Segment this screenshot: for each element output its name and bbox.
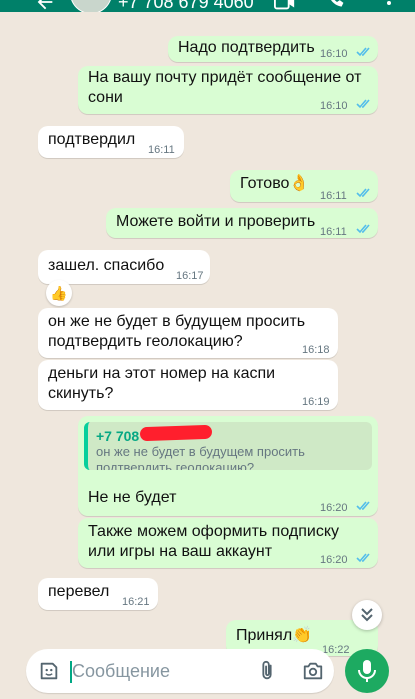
- message-incoming[interactable]: зашел. спасибо 16:17: [38, 250, 210, 284]
- message-time: 16:11: [148, 144, 175, 156]
- message-time: 16:18: [302, 344, 330, 356]
- message-text: Не не будет: [88, 489, 177, 506]
- arrow-left-icon[interactable]: [34, 0, 56, 12]
- double-check-icon: [356, 47, 370, 57]
- message-time: 16:10: [320, 48, 348, 60]
- message-text: перевел: [48, 583, 110, 600]
- message-text-line2: или игры на ваш аккаунт: [88, 543, 273, 560]
- double-check-icon: [356, 224, 370, 234]
- message-outgoing[interactable]: На вашу почту придёт сообщение от сони 1…: [78, 66, 378, 114]
- message-text-line1: он же не будет в будущем просить: [48, 313, 306, 330]
- video-call-icon[interactable]: [274, 0, 296, 12]
- reaction-badge[interactable]: 👍: [46, 280, 72, 306]
- message-outgoing[interactable]: Надо подтвердить 16:10: [168, 36, 378, 62]
- message-time: 16:11: [320, 190, 347, 202]
- voice-message-button[interactable]: [345, 649, 389, 693]
- microphone-icon: [358, 660, 376, 682]
- contact-phone[interactable]: +7 708 679 4060: [118, 0, 254, 12]
- message-time: 16:10: [320, 100, 348, 112]
- message-time: 16:11: [320, 226, 347, 238]
- message-time: 16:20: [320, 554, 348, 566]
- double-check-icon: [356, 99, 370, 109]
- double-check-icon: [356, 553, 370, 563]
- double-chevron-down-icon: [361, 608, 373, 622]
- message-composer: Сообщение: [0, 649, 415, 699]
- scroll-to-bottom-button[interactable]: [352, 600, 382, 630]
- more-options-icon[interactable]: [378, 0, 400, 12]
- avatar[interactable]: [70, 0, 112, 12]
- message-input-box[interactable]: Сообщение: [26, 649, 334, 693]
- quoted-text: он же не будет в будущем просить подтвер…: [96, 444, 372, 470]
- phone-icon[interactable]: [326, 0, 348, 12]
- message-text-line1: Также можем оформить подписку: [88, 523, 339, 540]
- message-time: 16:20: [320, 502, 348, 514]
- message-list[interactable]: Надо подтвердить 16:10 На вашу почту при…: [0, 12, 415, 656]
- message-outgoing[interactable]: Можете войти и проверить 16:11: [106, 208, 378, 238]
- message-incoming[interactable]: деньги на этот номер на каспи скинуть? 1…: [38, 360, 338, 410]
- message-incoming[interactable]: подтвердил 16:11: [38, 126, 184, 158]
- chat-header: +7 708 679 4060: [0, 0, 415, 12]
- quoted-text-line1: он же не будет в будущем просить: [96, 444, 305, 459]
- camera-icon[interactable]: [302, 660, 324, 682]
- message-placeholder[interactable]: Сообщение: [72, 661, 170, 682]
- double-check-icon: [356, 501, 370, 511]
- message-text: Можете войти и проверить: [116, 213, 316, 230]
- message-outgoing[interactable]: +7 708 он же не будет в будущем просить …: [78, 416, 378, 516]
- message-text: Готово👌: [240, 175, 310, 192]
- message-text: подтвердил: [48, 131, 136, 148]
- quoted-text-line2: подтвердить геолокацию?: [96, 460, 255, 470]
- message-incoming[interactable]: перевел 16:21: [38, 578, 158, 610]
- paperclip-icon[interactable]: [256, 660, 278, 682]
- message-text: Надо подтвердить: [178, 39, 315, 56]
- message-text-line2: скинуть?: [48, 385, 114, 402]
- sticker-icon[interactable]: [38, 660, 60, 682]
- message-text-line2: сони: [88, 89, 123, 106]
- double-check-icon: [356, 188, 370, 198]
- message-time: 16:17: [176, 270, 204, 282]
- message-text: Принял👏: [236, 627, 313, 644]
- redaction-mark: [139, 424, 213, 442]
- message-text-line1: деньги на этот номер на каспи: [48, 365, 276, 382]
- message-outgoing[interactable]: Готово👌 16:11: [230, 170, 378, 202]
- message-text: зашел. спасибо: [48, 257, 165, 274]
- message-time: 16:19: [302, 396, 330, 408]
- message-outgoing[interactable]: Также можем оформить подписку или игры н…: [78, 518, 378, 568]
- quoted-message[interactable]: +7 708 он же не будет в будущем просить …: [84, 422, 372, 470]
- quoted-author: +7 708: [96, 428, 140, 444]
- message-incoming[interactable]: он же не будет в будущем просить подтвер…: [38, 308, 338, 358]
- message-text-line2: подтвердить геолокацию?: [48, 333, 243, 350]
- message-text-line1: На вашу почту придёт сообщение от: [88, 69, 362, 86]
- message-time: 16:21: [122, 596, 150, 608]
